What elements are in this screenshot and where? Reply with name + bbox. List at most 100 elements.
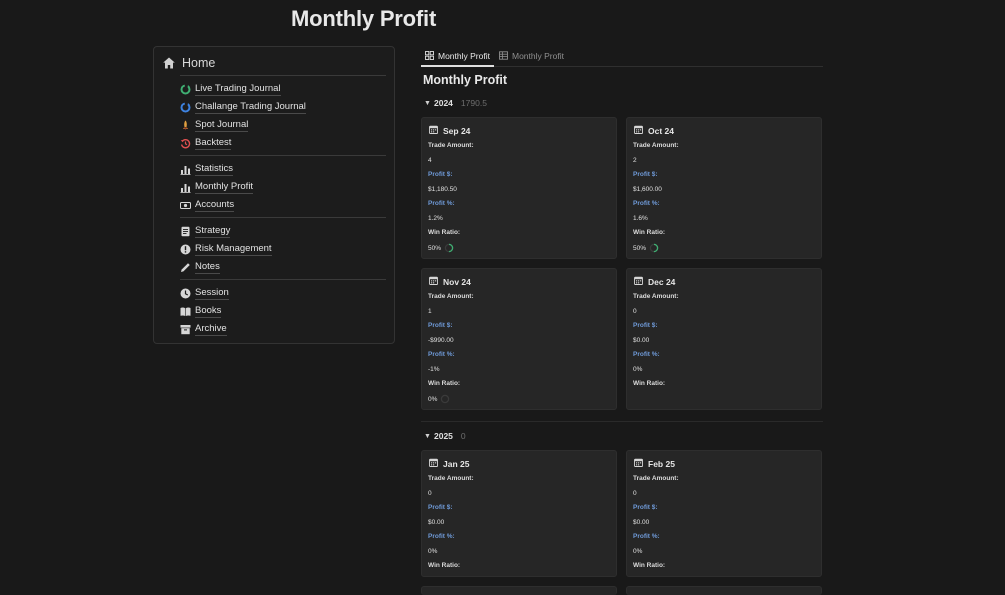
card-title-label: Nov 24 — [443, 276, 471, 287]
trade-amount-label: Trade Amount: — [428, 142, 474, 149]
group-divider — [421, 421, 823, 422]
trade-amount-value: 1 — [428, 308, 432, 315]
tab-gallery-view[interactable]: Monthly Profit — [425, 49, 490, 63]
card-title-label: Dec 24 — [648, 276, 676, 287]
profit-usd-value: -$990.00 — [428, 337, 454, 344]
nav-item-statistics[interactable]: Statistics — [180, 162, 234, 176]
profit-pct-value: 1.2% — [428, 215, 443, 222]
nav-divider — [180, 217, 386, 218]
calendar-icon — [429, 125, 438, 136]
month-card-partial[interactable] — [421, 586, 617, 595]
money-icon — [180, 200, 191, 211]
profit-pct-value: 1.6% — [633, 215, 648, 222]
trade-amount-label: Trade Amount: — [633, 293, 679, 300]
profit-pct-value: 0% — [428, 548, 438, 555]
profit-pct-label: Profit %: — [633, 351, 660, 358]
trade-amount-label: Trade Amount: — [428, 475, 474, 482]
nav-item-live-trading-journal[interactable]: Live Trading Journal — [180, 82, 281, 96]
group-toggle-2025[interactable]: ▼ 2025 0 — [424, 431, 466, 441]
profit-usd-label: Profit $: — [428, 322, 453, 329]
win-ratio-value: 0% — [428, 395, 438, 403]
nav-item-label: Challange Trading Journal — [195, 100, 306, 114]
nav-item-spot-journal[interactable]: Spot Journal — [180, 118, 249, 132]
profit-pct-label: Profit %: — [633, 200, 660, 207]
tab-table-view[interactable]: Monthly Profit — [499, 49, 564, 63]
month-card[interactable]: Nov 24 Trade Amount: 1 Profit $: -$990.00 Pro… — [421, 268, 617, 410]
nav-item-strategy[interactable]: Strategy — [180, 224, 231, 238]
card-title: Nov 24 — [429, 276, 471, 287]
collapse-triangle-icon: ▼ — [424, 99, 431, 107]
month-card[interactable]: Feb 25 Trade Amount: 0 Profit $: $0.00 Profit… — [626, 450, 822, 577]
calendar-icon — [634, 125, 643, 136]
profit-usd-value: $0.00 — [633, 337, 650, 344]
tab-label: Monthly Profit — [512, 51, 564, 61]
group-toggle-2024[interactable]: ▼ 2024 1790.5 — [424, 98, 487, 108]
calendar-icon — [429, 276, 438, 287]
nav-item-label: Monthly Profit — [195, 180, 254, 194]
month-card[interactable]: Oct 24 Trade Amount: 2 Profit $: $1,600.00 Pr… — [626, 117, 822, 259]
win-ratio-label: Win Ratio: — [633, 562, 666, 569]
nav-item-monthly-profit[interactable]: Monthly Profit — [180, 180, 254, 194]
nav-item-risk-management[interactable]: Risk Management — [180, 242, 272, 256]
clock-icon — [180, 288, 191, 299]
nav-item-label: Live Trading Journal — [195, 82, 281, 96]
home-link[interactable]: Home — [162, 56, 215, 70]
group-year: 2025 — [434, 431, 453, 441]
nav-item-label: Strategy — [195, 224, 231, 238]
win-ratio-label: Win Ratio: — [428, 229, 461, 236]
win-ratio-label: Win Ratio: — [633, 380, 666, 387]
month-card[interactable]: Sep 24 Trade Amount: 4 Profit $: $1,180.50 Pr… — [421, 117, 617, 259]
win-ratio-row: 50% — [633, 243, 659, 253]
win-ratio-row: 0% — [428, 394, 450, 404]
gallery-icon — [425, 50, 434, 62]
group-sum: 1790.5 — [460, 98, 487, 108]
bar-chart-icon — [180, 182, 191, 193]
card-title-label: Jan 25 — [443, 458, 470, 469]
win-ratio-value: 50% — [428, 244, 442, 252]
card-title: Jan 25 — [429, 458, 469, 469]
month-card-partial[interactable] — [626, 586, 822, 595]
nav-item-label: Backtest — [195, 136, 232, 150]
win-ratio-label: Win Ratio: — [633, 229, 666, 236]
win-ratio-ring — [444, 243, 454, 253]
trade-amount-label: Trade Amount: — [633, 142, 679, 149]
win-ratio-ring — [649, 243, 659, 253]
nav-item-challange-trading-journal[interactable]: Challange Trading Journal — [180, 100, 306, 114]
trade-amount-value: 0 — [633, 490, 637, 497]
trade-amount-value: 0 — [428, 490, 432, 497]
card-title: Dec 24 — [634, 276, 675, 287]
profit-pct-label: Profit %: — [633, 533, 660, 540]
profit-usd-label: Profit $: — [428, 171, 453, 178]
book-icon — [180, 306, 191, 317]
home-icon — [162, 56, 176, 70]
nav-item-label: Risk Management — [195, 242, 272, 256]
nav-item-books[interactable]: Books — [180, 304, 222, 318]
calendar-icon — [429, 458, 438, 469]
nav-item-accounts[interactable]: Accounts — [180, 198, 235, 212]
profit-usd-value: $1,600.00 — [633, 186, 662, 193]
month-card[interactable]: Dec 24 Trade Amount: 0 Profit $: $0.00 Profit… — [626, 268, 822, 410]
page-title: Monthly Profit — [291, 6, 437, 31]
rewind-clock-icon — [180, 138, 191, 149]
nav-item-label: Session — [195, 286, 229, 300]
collapse-triangle-icon: ▼ — [424, 432, 431, 440]
blue-circle-arrows-icon — [180, 102, 191, 113]
profit-pct-value: -1% — [428, 366, 440, 373]
nav-item-session[interactable]: Session — [180, 286, 229, 300]
profit-usd-value: $1,180.50 — [428, 186, 457, 193]
nav-item-archive[interactable]: Archive — [180, 322, 227, 336]
calendar-icon — [634, 276, 643, 287]
month-card[interactable]: Jan 25 Trade Amount: 0 Profit $: $0.00 Profit… — [421, 450, 617, 577]
nav-item-label: Books — [195, 304, 222, 318]
pencil-icon — [180, 262, 191, 273]
profit-usd-value: $0.00 — [633, 519, 650, 526]
profit-pct-label: Profit %: — [428, 533, 455, 540]
profit-pct-value: 0% — [633, 366, 643, 373]
nav-item-backtest[interactable]: Backtest — [180, 136, 232, 150]
nav-item-notes[interactable]: Notes — [180, 260, 220, 274]
nav-divider — [180, 279, 386, 280]
nav-divider — [180, 155, 386, 156]
nav-item-label: Spot Journal — [195, 118, 249, 132]
trade-amount-label: Trade Amount: — [428, 293, 474, 300]
win-ratio-label: Win Ratio: — [428, 380, 461, 387]
